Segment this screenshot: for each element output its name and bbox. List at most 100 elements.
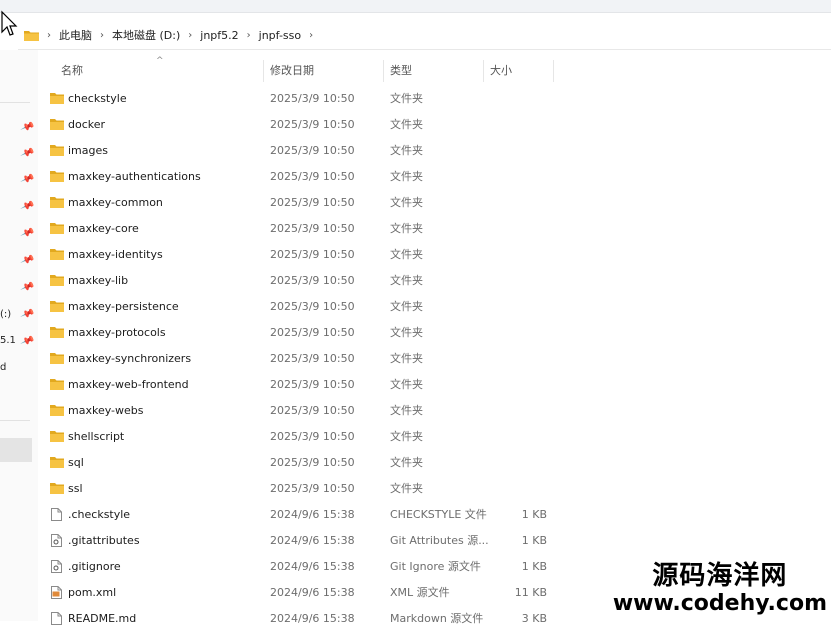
file-row[interactable]: maxkey-webs 2025/3/9 10:50 文件夹 — [38, 398, 831, 424]
navigation-pane: 📌 📌 📌 📌 📌 📌 📌 📌 📌 (:) 5.1 d — [0, 50, 38, 621]
file-row[interactable]: maxkey-persistence 2025/3/9 10:50 文件夹 — [38, 294, 831, 320]
file-type: 文件夹 — [390, 92, 423, 105]
file-type: Git Attributes 源... — [390, 534, 489, 547]
file-type: 文件夹 — [390, 378, 423, 391]
sort-up-icon: ^ — [156, 56, 164, 66]
folder-icon — [38, 346, 68, 372]
file-row[interactable]: shellscript 2025/3/9 10:50 文件夹 — [38, 424, 831, 450]
nav-item-selected[interactable] — [0, 438, 32, 462]
address-bar[interactable]: › 此电脑 › 本地磁盘 (D:) › jnpf5.2 › jnpf-sso › — [18, 21, 831, 50]
pin-icon[interactable]: 📌 — [19, 307, 34, 322]
folder-icon — [38, 268, 68, 294]
file-date: 2025/3/9 10:50 — [270, 248, 355, 261]
file-size: 1 KB — [521, 508, 547, 521]
file-row[interactable]: maxkey-identitys 2025/3/9 10:50 文件夹 — [38, 242, 831, 268]
folder-icon — [38, 320, 68, 346]
file-date: 2025/3/9 10:50 — [270, 300, 355, 313]
pin-icon[interactable]: 📌 — [19, 334, 34, 349]
file-name[interactable]: maxkey-identitys — [68, 242, 163, 268]
pin-icon[interactable]: 📌 — [19, 280, 34, 295]
file-type: 文件夹 — [390, 300, 423, 313]
file-name[interactable]: maxkey-protocols — [68, 320, 166, 346]
file-icon — [38, 502, 68, 528]
gear-file-icon — [38, 554, 68, 580]
file-type: 文件夹 — [390, 248, 423, 261]
folder-icon — [38, 476, 68, 502]
file-row[interactable]: maxkey-protocols 2025/3/9 10:50 文件夹 — [38, 320, 831, 346]
column-type-header[interactable]: 类型 — [390, 58, 412, 84]
pin-icon[interactable]: 📌 — [19, 146, 34, 161]
pin-icon[interactable]: 📌 — [19, 226, 34, 241]
file-date: 2025/3/9 10:50 — [270, 430, 355, 443]
file-row[interactable]: docker 2025/3/9 10:50 文件夹 — [38, 112, 831, 138]
file-list: checkstyle 2025/3/9 10:50 文件夹 docker 2025/3/… — [38, 86, 831, 632]
pin-icon[interactable]: 📌 — [19, 253, 34, 268]
file-name[interactable]: maxkey-authentications — [68, 164, 201, 190]
breadcrumb-local-disk[interactable]: 本地磁盘 (D:) — [106, 27, 186, 43]
file-type: 文件夹 — [390, 170, 423, 183]
folder-icon — [24, 30, 39, 41]
mouse-cursor-icon — [1, 10, 18, 36]
file-row[interactable]: maxkey-lib 2025/3/9 10:50 文件夹 — [38, 268, 831, 294]
file-name[interactable]: maxkey-lib — [68, 268, 128, 294]
file-name[interactable]: sql — [68, 450, 84, 476]
file-name[interactable]: maxkey-persistence — [68, 294, 179, 320]
file-row[interactable]: .gitattributes 2024/9/6 15:38 Git Attribut… — [38, 528, 831, 554]
column-name-header[interactable]: 名称 — [61, 58, 83, 84]
pin-icon[interactable]: 📌 — [19, 120, 34, 135]
nav-divider — [0, 102, 30, 103]
file-type: 文件夹 — [390, 118, 423, 131]
file-row[interactable]: checkstyle 2025/3/9 10:50 文件夹 — [38, 86, 831, 112]
file-name[interactable]: pom.xml — [68, 580, 116, 606]
file-name[interactable]: ssl — [68, 476, 83, 502]
file-name[interactable]: maxkey-common — [68, 190, 163, 216]
file-row[interactable]: maxkey-common 2025/3/9 10:50 文件夹 — [38, 190, 831, 216]
file-row[interactable]: maxkey-core 2025/3/9 10:50 文件夹 — [38, 216, 831, 242]
file-name[interactable]: shellscript — [68, 424, 124, 450]
breadcrumb-jnpf52[interactable]: jnpf5.2 — [194, 29, 244, 42]
file-name[interactable]: maxkey-web-frontend — [68, 372, 189, 398]
file-type: 文件夹 — [390, 144, 423, 157]
file-row[interactable]: maxkey-authentications 2025/3/9 10:50 文件夹 — [38, 164, 831, 190]
file-row[interactable]: images 2025/3/9 10:50 文件夹 — [38, 138, 831, 164]
file-name[interactable]: .checkstyle — [68, 502, 130, 528]
file-row[interactable]: maxkey-web-frontend 2025/3/9 10:50 文件夹 — [38, 372, 831, 398]
folder-icon — [38, 216, 68, 242]
file-name[interactable]: maxkey-synchronizers — [68, 346, 191, 372]
column-divider[interactable] — [553, 60, 554, 82]
folder-icon — [38, 112, 68, 138]
column-divider[interactable] — [263, 60, 264, 82]
file-size: 11 KB — [514, 586, 547, 599]
file-name[interactable]: README.md — [68, 606, 136, 632]
file-name[interactable]: checkstyle — [68, 86, 127, 112]
gear-file-icon — [38, 528, 68, 554]
column-size-header[interactable]: 大小 — [490, 58, 512, 84]
file-name[interactable]: images — [68, 138, 108, 164]
file-name[interactable]: .gitattributes — [68, 528, 140, 554]
nav-item-label[interactable]: 5.1 — [0, 335, 16, 346]
file-name[interactable]: docker — [68, 112, 105, 138]
file-row[interactable]: maxkey-synchronizers 2025/3/9 10:50 文件夹 — [38, 346, 831, 372]
column-divider[interactable] — [483, 60, 484, 82]
file-type: 文件夹 — [390, 404, 423, 417]
folder-icon — [38, 372, 68, 398]
file-date: 2025/3/9 10:50 — [270, 482, 355, 495]
nav-item-label[interactable]: d — [0, 362, 6, 373]
file-row[interactable]: ssl 2025/3/9 10:50 文件夹 — [38, 476, 831, 502]
file-date: 2025/3/9 10:50 — [270, 404, 355, 417]
column-divider[interactable] — [383, 60, 384, 82]
file-name[interactable]: maxkey-core — [68, 216, 139, 242]
file-row[interactable]: .checkstyle 2024/9/6 15:38 CHECKSTYLE 文件 1 … — [38, 502, 831, 528]
file-row[interactable]: sql 2025/3/9 10:50 文件夹 — [38, 450, 831, 476]
breadcrumb-this-pc[interactable]: 此电脑 — [53, 27, 98, 43]
column-modified-header[interactable]: 修改日期 — [270, 58, 314, 84]
breadcrumb-jnpf-sso[interactable]: jnpf-sso — [253, 29, 307, 42]
file-name[interactable]: .gitignore — [68, 554, 121, 580]
nav-item-label[interactable]: (:) — [0, 309, 11, 320]
pin-icon[interactable]: 📌 — [19, 199, 34, 214]
folder-icon — [38, 138, 68, 164]
file-name[interactable]: maxkey-webs — [68, 398, 143, 424]
watermark: 源码海洋网 www.codehy.com — [612, 563, 827, 615]
pin-icon[interactable]: 📌 — [19, 172, 34, 187]
file-type: 文件夹 — [390, 482, 423, 495]
